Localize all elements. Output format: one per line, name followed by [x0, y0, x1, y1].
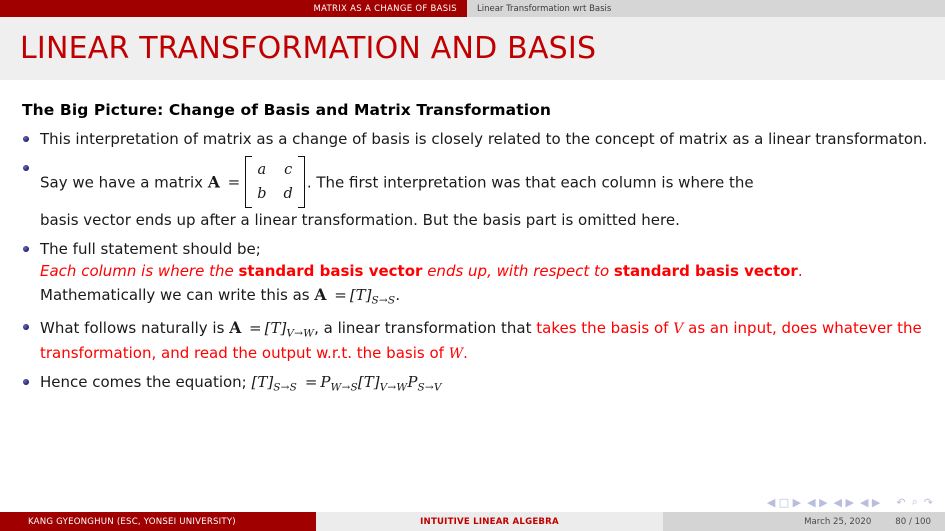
equals-sign: = — [227, 173, 241, 192]
bullet-2-lead: Say we have a matrix — [40, 173, 204, 192]
bullet-4-red-1: takes the basis of — [536, 318, 669, 337]
equation-lhs-T: [T] — [251, 373, 274, 392]
bullet-4-red-period: . — [463, 343, 468, 362]
equals-sign: = — [334, 286, 347, 305]
headline-bar: MATRIX AS A CHANGE OF BASIS Linear Trans… — [0, 0, 945, 17]
footline-bar: KANG GYEONGHUN (ESC, YONSEI UNIVERSITY) … — [0, 512, 945, 531]
bullet-4-mid: , a linear transformation that — [314, 318, 532, 337]
subsection-label[interactable]: Linear Transformation wrt Basis — [467, 0, 945, 17]
space-v-symbol: V — [673, 320, 684, 337]
title-band: LINEAR TRANSFORMATION AND BASIS — [0, 17, 945, 80]
matrix-cell-b: b — [257, 185, 267, 202]
bullet-2-mid: . The first interpretation was that each… — [306, 173, 754, 192]
equation-T2: [T] — [357, 373, 380, 392]
footer-author: KANG GYEONGHUN (ESC, YONSEI UNIVERSITY) — [0, 512, 316, 531]
bullet-3-math-lead: Mathematically we can write this as — [40, 286, 310, 305]
equation-P1: P — [320, 373, 331, 392]
matrix-cell-c: c — [284, 161, 293, 178]
math-symbol-A: A — [314, 285, 327, 305]
bullet-dot-icon — [23, 136, 29, 142]
list-item: What follows naturally is A = [T]V→W, a l… — [23, 316, 935, 366]
equation-P1-sub: W→S — [330, 381, 358, 394]
matrix-left-bracket — [245, 155, 253, 208]
block-heading: The Big Picture: Change of Basis and Mat… — [22, 101, 552, 119]
equation-lhs-sub: S→S — [273, 381, 298, 394]
equation-P2-sub: S→V — [417, 381, 442, 394]
slide-body: The Big Picture: Change of Basis and Mat… — [0, 101, 945, 396]
footer-talk-title: INTUITIVE LINEAR ALGEBRA — [316, 512, 663, 531]
bullet-5-lead: Hence comes the equation; — [40, 373, 247, 392]
page-title: LINEAR TRANSFORMATION AND BASIS — [20, 30, 597, 66]
first-slide-nav-icon[interactable]: ◀ □ ▶ — [767, 496, 801, 509]
equals-sign: = — [304, 373, 318, 392]
bullet-2-tail: basis vector ends up after a linear tran… — [40, 210, 680, 229]
emphasis-text-1: Each column is where the — [40, 262, 234, 281]
forward-arrow-icon[interactable]: ↷ — [924, 496, 933, 509]
equation-P2: P — [407, 373, 418, 392]
matrix-cell-d: d — [283, 185, 293, 202]
emphasis-text-2: ends up, with respect to — [427, 262, 610, 281]
section-label[interactable]: MATRIX AS A CHANGE OF BASIS — [0, 0, 467, 17]
emphasis-bold-2: standard basis vector — [613, 262, 798, 281]
bullet-dot-icon — [23, 164, 29, 171]
list-item: Hence comes the equation; [T]S→S = PW→S[T… — [23, 371, 935, 396]
prev-section-nav-icon[interactable]: ◀ ▶ — [860, 496, 880, 509]
back-arrow-icon[interactable]: ↶ — [896, 496, 905, 509]
bullet-3-lead: The full statement should be; — [40, 239, 261, 258]
footer-date: March 25, 2020 — [804, 516, 872, 527]
equation-T2-sub: V→W — [379, 381, 408, 394]
emphasis-period: . — [797, 262, 803, 281]
emphasis-bold-1: standard basis vector — [238, 262, 423, 281]
matrix-right-bracket — [297, 155, 305, 208]
bullet-list: This interpretation of matrix as a chang… — [0, 128, 945, 396]
bullet-3-math-line: Mathematically we can write this as A =[… — [40, 283, 935, 309]
bullet-3-emphasis-line: Each column is where the standard basis … — [40, 260, 935, 283]
prev-frame-nav-icon[interactable]: ◀ ▶ — [807, 496, 827, 509]
math-bracket-T: [T] — [264, 318, 287, 337]
bullet-dot-icon — [23, 245, 29, 252]
math-bracket-T: [T] — [349, 286, 372, 305]
bullet-dot-icon — [23, 323, 29, 330]
equals-sign: = — [249, 318, 262, 337]
math-subscript-v-to-w: V→W — [286, 326, 315, 339]
math-subscript-s-to-s: S→S — [371, 294, 396, 307]
math-symbol-A: A — [229, 317, 242, 337]
list-item: This interpretation of matrix as a chang… — [23, 128, 935, 151]
matrix-2x2: acbd — [245, 155, 305, 208]
matrix-cell-a: a — [257, 161, 267, 178]
space-w-symbol: W — [448, 345, 464, 362]
bullet-4-lead: What follows naturally is — [40, 318, 225, 337]
search-icon[interactable]: ⌕ — [912, 495, 918, 509]
prev-subsection-nav-icon[interactable]: ◀ ▶ — [834, 496, 854, 509]
bullet-1-text: This interpretation of matrix as a chang… — [40, 130, 928, 148]
beamer-navigation-symbols[interactable]: ◀ □ ▶ ◀ ▶ ◀ ▶ ◀ ▶ ↶ ⌕ ↷ — [767, 495, 933, 509]
footer-page-number: 80 / 100 — [895, 516, 931, 527]
math-period: . — [395, 286, 401, 305]
matrix-symbol-A: A — [207, 172, 220, 192]
bullet-dot-icon — [23, 379, 29, 386]
matrix-entries: acbd — [252, 156, 298, 208]
list-item: Say we have a matrix A = a c b d . The first … — [23, 155, 935, 232]
list-item: The full statement should be; Each colum… — [23, 238, 935, 310]
footer-right-group: March 25, 2020 80 / 100 — [663, 512, 945, 531]
